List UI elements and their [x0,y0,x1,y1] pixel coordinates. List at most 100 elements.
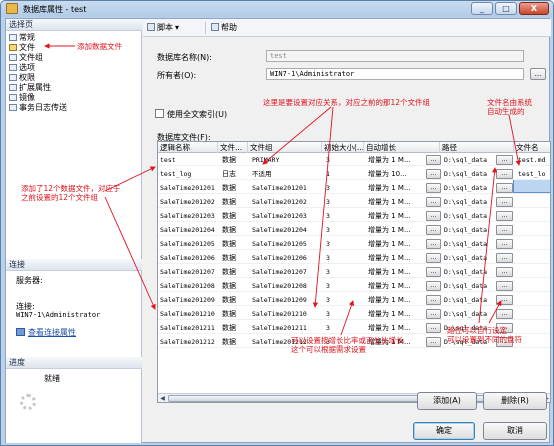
initial-size-cell[interactable]: 3 [324,322,364,334]
autogrowth-cell[interactable]: 增量为 1 M... [366,280,426,292]
file-type-cell[interactable]: 数据 [220,308,248,320]
logical-name-cell[interactable]: test_log [158,168,218,180]
autogrowth-edit-button[interactable]: ... [426,337,441,347]
file-name-cell[interactable] [516,224,550,236]
autogrowth-edit-button[interactable]: ... [426,183,441,193]
file-name-cell[interactable] [516,238,550,250]
logical-name-cell[interactable]: SaleTime201206 [158,252,218,264]
table-row[interactable]: SaleTime201205 数据 SaleTime201205 3 增量为 1 M..… [158,238,550,250]
file-type-cell[interactable]: 数据 [220,336,248,348]
table-row[interactable]: test 数据 PRIMARY 3 增量为 1 M... D:\sql_data test.… [158,154,550,166]
page-item-mirroring[interactable]: 镜像 [9,93,35,103]
page-item-filegroups[interactable]: 文件组 [9,53,43,63]
path-browse-button[interactable]: ... [496,267,513,277]
logical-name-cell[interactable]: SaleTime201201 [158,182,218,194]
col-file-name[interactable]: 文件名 [514,142,550,153]
autogrowth-edit-button[interactable]: ... [426,225,441,235]
filegroup-cell[interactable]: SaleTime201208 [250,280,322,292]
file-type-cell[interactable]: 数据 [220,322,248,334]
logical-name-cell[interactable]: SaleTime201208 [158,280,218,292]
file-name-cell[interactable] [516,322,550,334]
path-cell[interactable]: D:\sql_data [442,154,498,166]
filegroup-cell[interactable]: SaleTime201206 [250,252,322,264]
file-name-cell[interactable] [516,210,550,222]
initial-size-cell[interactable]: 3 [324,154,364,166]
logical-name-cell[interactable]: SaleTime201207 [158,266,218,278]
path-browse-button[interactable]: ... [496,295,513,305]
table-row[interactable]: SaleTime201208 数据 SaleTime201208 3 增量为 1 M..… [158,280,550,292]
file-type-cell[interactable]: 数据 [220,280,248,292]
initial-size-cell[interactable]: 3 [324,280,364,292]
help-button[interactable]: 帮助 [211,22,237,34]
add-file-button[interactable]: 添加(A) [417,392,477,410]
filegroup-cell[interactable]: SaleTime201207 [250,266,322,278]
fulltext-checkbox[interactable] [155,109,164,118]
logical-name-cell[interactable]: SaleTime201202 [158,196,218,208]
table-row[interactable]: test_log 日志 不适用 1 增量为 10... D:\sql_data test_l… [158,168,550,180]
logical-name-cell[interactable]: SaleTime201205 [158,238,218,250]
table-row[interactable]: SaleTime201202 数据 SaleTime201202 3 增量为 1 M..… [158,196,550,208]
filegroup-cell[interactable]: SaleTime201205 [250,238,322,250]
path-cell[interactable]: D:\sql_data [442,238,498,250]
autogrowth-edit-button[interactable]: ... [426,253,441,263]
fulltext-option[interactable]: 使用全文索引(U) [155,109,227,120]
path-cell[interactable]: D:\sql_data [442,280,498,292]
minimize-button[interactable]: _ [471,2,493,15]
autogrowth-edit-button[interactable]: ... [426,295,441,305]
path-browse-button[interactable]: ... [496,281,513,291]
filegroup-cell[interactable]: SaleTime201202 [250,196,322,208]
ok-button[interactable]: 确定 [413,422,475,440]
db-name-field[interactable]: test [266,50,524,62]
path-cell[interactable]: D:\sql_data [442,196,498,208]
autogrowth-cell[interactable]: 增量为 1 M... [366,210,426,222]
file-type-cell[interactable]: 数据 [220,266,248,278]
file-name-cell[interactable] [516,196,550,208]
logical-name-cell[interactable]: SaleTime201209 [158,294,218,306]
autogrowth-cell[interactable]: 增量为 1 M... [366,266,426,278]
logical-name-cell[interactable]: test [158,154,218,166]
path-browse-button[interactable]: ... [496,183,513,193]
logical-name-cell[interactable]: SaleTime201203 [158,210,218,222]
initial-size-cell[interactable]: 3 [324,308,364,320]
path-cell[interactable]: D:\sql_data [442,210,498,222]
page-item-general[interactable]: 常规 [9,33,35,43]
autogrowth-cell[interactable]: 增量为 1 M... [366,322,426,334]
path-browse-button[interactable]: ... [496,239,513,249]
path-browse-button[interactable]: ... [496,197,513,207]
path-browse-button[interactable]: ... [496,169,513,179]
initial-size-cell[interactable]: 1 [324,168,364,180]
path-cell[interactable]: D:\sql_data [442,168,498,180]
file-name-cell[interactable] [516,294,550,306]
autogrowth-edit-button[interactable]: ... [426,239,441,249]
page-item-log-shipping[interactable]: 事务日志传送 [9,103,67,113]
title-bar[interactable]: 数据库属性 - test _ □ X [1,1,553,17]
logical-name-cell[interactable]: SaleTime201204 [158,224,218,236]
scroll-left-icon[interactable]: ◀ [158,394,167,402]
autogrowth-cell[interactable]: 增量为 1 M... [366,308,426,320]
script-button[interactable]: 脚本 ▾ [147,22,179,34]
filegroup-cell[interactable]: 不适用 [250,168,322,180]
col-autogrowth[interactable]: 自动增长 [364,142,440,153]
autogrowth-cell[interactable]: 增量为 10... [366,168,426,180]
col-path[interactable]: 路径 [440,142,514,153]
autogrowth-cell[interactable]: 增量为 1 M... [366,224,426,236]
remove-file-button[interactable]: 删除(R) [483,392,547,410]
file-type-cell[interactable]: 数据 [220,294,248,306]
autogrowth-edit-button[interactable]: ... [426,281,441,291]
autogrowth-edit-button[interactable]: ... [426,169,441,179]
table-row[interactable]: SaleTime201204 数据 SaleTime201204 3 增量为 1 M..… [158,224,550,236]
file-name-cell[interactable]: test.md [516,154,550,166]
file-name-cell[interactable] [516,308,550,320]
filegroup-cell[interactable]: SaleTime201211 [250,322,322,334]
autogrowth-edit-button[interactable]: ... [426,197,441,207]
owner-field[interactable]: WIN7-1\Administrator [266,68,524,80]
autogrowth-edit-button[interactable]: ... [426,211,441,221]
autogrowth-edit-button[interactable]: ... [426,155,441,165]
path-cell[interactable]: D:\sql_data [442,224,498,236]
filegroup-cell[interactable]: SaleTime201210 [250,308,322,320]
initial-size-cell[interactable]: 3 [324,294,364,306]
filegroup-cell[interactable]: PRIMARY [250,154,322,166]
filegroup-cell[interactable]: SaleTime201204 [250,224,322,236]
path-browse-button[interactable]: ... [496,309,513,319]
table-row[interactable]: SaleTime201210 数据 SaleTime201210 3 增量为 1 M..… [158,308,550,320]
